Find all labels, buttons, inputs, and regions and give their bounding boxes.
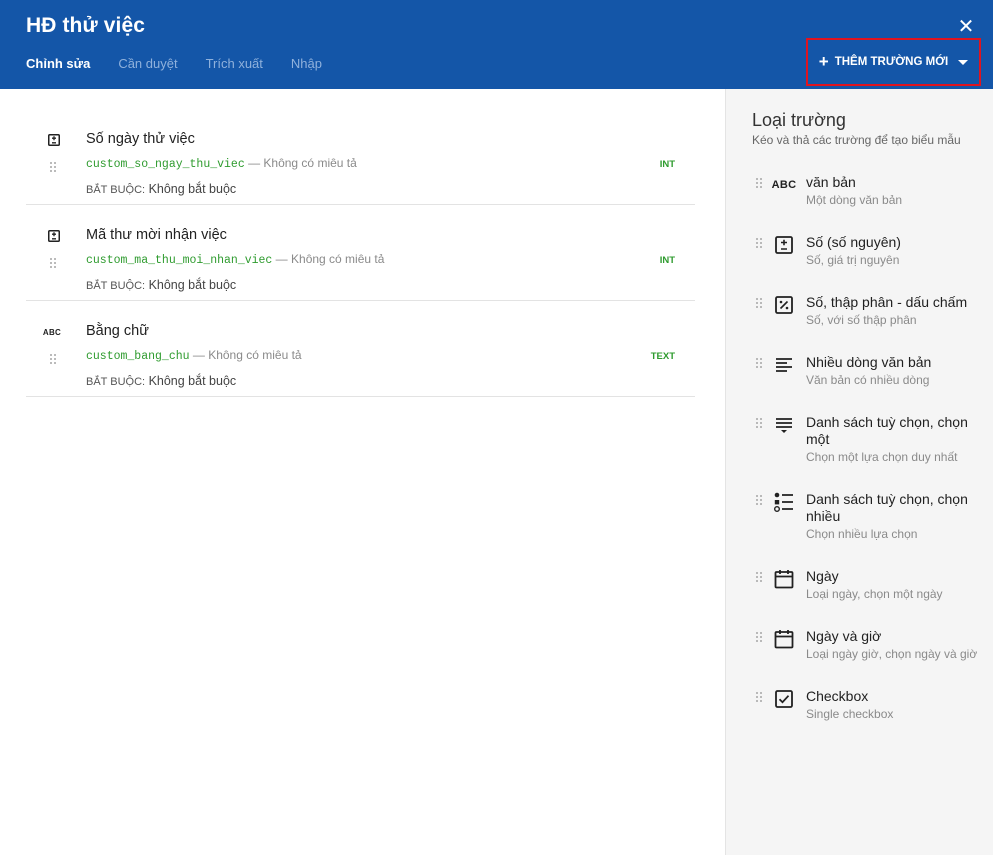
field-type-name: Số (số nguyên) [806,234,901,250]
field-code: custom_bang_chu [86,350,190,363]
field-type-desc: Số, với số thập phân [806,313,917,327]
drag-handle-icon[interactable] [756,632,764,644]
field-row[interactable]: Mã thư mời nhận việc custom_ma_thu_moi_n… [26,205,695,301]
field-meta: custom_ma_thu_moi_nhan_viec — Không có m… [86,252,384,267]
calendar-icon [772,568,796,590]
drag-handle-icon[interactable] [50,354,58,366]
field-type-name: Ngày và giờ [806,628,882,644]
field-type-desc: Số, giá trị nguyên [806,253,900,267]
drag-handle-icon[interactable] [50,162,58,174]
field-required: BẮT BUỘC: Không bắt buộc [86,278,236,292]
field-type-single-select[interactable]: Danh sách tuỳ chọn, chọn một Chọn một lự… [726,414,993,470]
drag-handle-icon[interactable] [756,238,764,250]
field-type-datetime[interactable]: Ngày và giờ Loại ngày giờ, chọn ngày và … [726,628,993,668]
abc-icon: ABC [42,327,62,337]
add-new-field-button[interactable]: + THÊM TRƯỜNG MỚI [806,38,981,86]
field-code: custom_so_ngay_thu_viec [86,158,245,171]
field-meta: custom_bang_chu — Không có miêu tả [86,348,302,363]
field-code: custom_ma_thu_moi_nhan_viec [86,254,273,267]
field-description: — Không có miêu tả [244,156,357,170]
field-type-badge: INT [659,159,675,170]
field-type-decimal[interactable]: Số, thập phân - dấu chấm Số, với số thập… [726,294,993,334]
field-type-integer[interactable]: Số (số nguyên) Số, giá trị nguyên [726,234,993,274]
number-icon [46,229,62,243]
required-value: Không bắt buộc [145,278,237,292]
page-title: HĐ thử việc [26,14,145,37]
tab-import[interactable]: Nhập [291,56,322,71]
drag-handle-icon[interactable] [756,692,764,704]
field-description: — Không có miêu tả [189,348,302,362]
field-type-name: Danh sách tuỳ chọn, chọn một [806,414,968,447]
plus-icon: + [818,52,829,71]
calendar-icon [772,628,796,650]
field-name: Bằng chữ [86,323,149,339]
number-icon [46,133,62,147]
field-type-name: Số, thập phân - dấu chấm [806,294,968,310]
field-types-panel: Loại trường Kéo và thả các trường để tạo… [725,89,993,855]
field-type-badge: INT [659,255,675,266]
field-type-multiline[interactable]: Nhiều dòng văn bản Văn bản có nhiều dòng [726,354,993,394]
drag-handle-icon[interactable] [756,495,764,507]
drag-handle-icon[interactable] [756,298,764,310]
tab-export[interactable]: Trích xuất [206,56,263,71]
drag-handle-icon[interactable] [756,178,764,190]
close-icon[interactable]: ✕ [957,17,975,37]
drag-handle-icon[interactable] [50,258,58,270]
field-row[interactable]: ABC Bằng chữ custom_bang_chu — Không có … [26,301,695,397]
field-meta: custom_so_ngay_thu_viec — Không có miêu … [86,156,357,171]
required-label: BẮT BUỘC: [86,280,146,292]
required-value: Không bắt buộc [145,182,237,196]
multi-select-icon [772,491,796,513]
field-type-date[interactable]: Ngày Loại ngày, chọn một ngày [726,568,993,608]
field-type-desc: Văn bản có nhiều dòng [806,373,930,387]
field-type-name: văn bản [806,174,856,190]
panel-subtitle: Kéo và thả các trường để tạo biểu mẫu [752,133,961,147]
field-type-name: Danh sách tuỳ chọn, chọn nhiều [806,491,968,524]
field-name: Số ngày thử việc [86,131,195,147]
field-type-desc: Loại ngày, chọn một ngày [806,587,943,601]
field-row[interactable]: Số ngày thử việc custom_so_ngay_thu_viec… [26,109,695,205]
field-type-name: Checkbox [806,688,869,704]
drag-handle-icon[interactable] [756,418,764,430]
field-type-desc: Chọn một lựa chọn duy nhất [806,450,958,464]
caret-down-icon [958,59,969,65]
integer-icon [772,234,796,256]
field-name: Mã thư mời nhận việc [86,227,227,243]
field-type-desc: Loại ngày giờ, chọn ngày và giờ [806,647,978,661]
required-label: BẮT BUỘC: [86,184,146,196]
tab-edit[interactable]: Chỉnh sửa [26,56,90,71]
tab-review[interactable]: Cần duyệt [118,56,177,71]
field-type-checkbox[interactable]: Checkbox Single checkbox [726,688,993,728]
field-type-name: Nhiều dòng văn bản [806,354,932,370]
add-new-field-label: THÊM TRƯỜNG MỚI [834,56,949,68]
field-type-desc: Một dòng văn bản [806,193,903,207]
single-select-icon [772,414,796,436]
field-type-badge: TEXT [650,351,675,362]
multiline-text-icon [772,354,796,376]
field-type-name: Ngày [806,568,839,584]
drag-handle-icon[interactable] [756,572,764,584]
drag-handle-icon[interactable] [756,358,764,370]
field-type-desc: Single checkbox [806,707,894,721]
field-required: BẮT BUỘC: Không bắt buộc [86,374,236,388]
checkbox-icon [772,688,796,710]
field-description: — Không có miêu tả [272,252,385,266]
decimal-icon [772,294,796,316]
panel-title: Loại trường [752,110,846,130]
field-type-text[interactable]: ABC văn bản Một dòng văn bản [726,174,993,214]
required-value: Không bắt buộc [145,374,237,388]
abc-icon: ABC [771,179,797,191]
field-required: BẮT BUỘC: Không bắt buộc [86,182,236,196]
dialog-header: HĐ thử việc ✕ Chỉnh sửa Cần duyệt Trích … [0,0,993,89]
tab-bar: Chỉnh sửa Cần duyệt Trích xuất Nhập [26,56,350,71]
form-fields-list: Số ngày thử việc custom_so_ngay_thu_viec… [0,89,725,855]
field-type-multi-select[interactable]: Danh sách tuỳ chọn, chọn nhiều Chọn nhiề… [726,491,993,547]
field-type-desc: Chọn nhiều lựa chọn [806,527,918,541]
required-label: BẮT BUỘC: [86,376,146,388]
